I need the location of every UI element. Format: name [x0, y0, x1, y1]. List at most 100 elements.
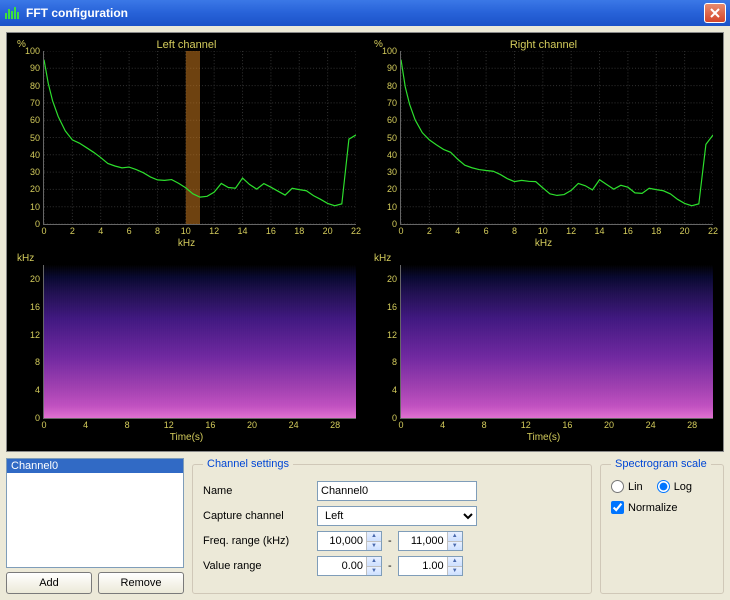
- spin-up-icon[interactable]: ▲: [448, 557, 462, 567]
- y-tick: 50: [387, 133, 397, 143]
- x-tick: 4: [440, 420, 445, 430]
- x-tick: 8: [155, 226, 160, 236]
- x-tick: 18: [294, 226, 304, 236]
- range-dash: -: [388, 560, 392, 572]
- x-tick: 12: [521, 420, 531, 430]
- capture-channel-label: Capture channel: [203, 510, 311, 522]
- y-tick: 60: [387, 115, 397, 125]
- spectrogram-scale-group: Spectrogram scale Lin Log Normalize: [600, 458, 724, 594]
- y-tick: 0: [35, 413, 40, 423]
- charts-panel: % Left channel 0102030405060708090100 02…: [6, 32, 724, 452]
- plot-area[interactable]: 0102030405060708090100 02468101214161820…: [43, 51, 356, 225]
- spin-up-icon[interactable]: ▲: [367, 532, 381, 542]
- name-label: Name: [203, 485, 311, 497]
- x-tick: 18: [651, 226, 661, 236]
- x-tick: 8: [125, 420, 130, 430]
- plot-area[interactable]: 048121620 0481216202428: [400, 265, 713, 419]
- y-tick: 50: [30, 133, 40, 143]
- log-label[interactable]: Log: [674, 481, 692, 493]
- freq-min-input[interactable]: [318, 532, 366, 550]
- value-min-input[interactable]: [318, 557, 366, 575]
- spin-down-icon[interactable]: ▼: [448, 567, 462, 576]
- left-channel-chart: % Left channel 0102030405060708090100 02…: [13, 39, 360, 249]
- chart-title: Right channel: [370, 39, 717, 51]
- spin-up-icon[interactable]: ▲: [367, 557, 381, 567]
- log-radio[interactable]: [657, 480, 670, 493]
- spin-down-icon[interactable]: ▼: [448, 542, 462, 551]
- y-tick: 8: [392, 357, 397, 367]
- x-tick: 10: [181, 226, 191, 236]
- channel-listbox[interactable]: Channel0: [6, 458, 184, 568]
- title-bar: FFT configuration: [0, 0, 730, 26]
- spin-down-icon[interactable]: ▼: [367, 542, 381, 551]
- value-max-input[interactable]: [399, 557, 447, 575]
- y-tick: 90: [387, 63, 397, 73]
- spin-up-icon[interactable]: ▲: [448, 532, 462, 542]
- freq-min-spinner[interactable]: ▲▼: [317, 531, 382, 551]
- close-button[interactable]: [704, 3, 726, 23]
- x-axis-label: Time(s): [13, 432, 360, 443]
- plot-area[interactable]: 0102030405060708090100 02468101214161820…: [400, 51, 713, 225]
- x-tick: 22: [351, 226, 361, 236]
- x-tick: 28: [687, 420, 697, 430]
- x-tick: 24: [289, 420, 299, 430]
- y-tick: 12: [387, 330, 397, 340]
- normalize-checkbox[interactable]: [611, 501, 624, 514]
- x-tick: 12: [164, 420, 174, 430]
- value-min-spinner[interactable]: ▲▼: [317, 556, 382, 576]
- y-tick: 20: [387, 184, 397, 194]
- y-tick: 4: [392, 385, 397, 395]
- app-icon: [4, 5, 20, 21]
- value-range-label: Value range: [203, 560, 311, 572]
- x-tick: 16: [205, 420, 215, 430]
- y-tick: 70: [387, 98, 397, 108]
- remove-button[interactable]: Remove: [98, 572, 184, 594]
- x-tick: 4: [98, 226, 103, 236]
- x-tick: 14: [595, 226, 605, 236]
- channel-settings-legend: Channel settings: [203, 458, 293, 470]
- lin-radio[interactable]: [611, 480, 624, 493]
- freq-max-spinner[interactable]: ▲▼: [398, 531, 463, 551]
- y-tick: 0: [392, 219, 397, 229]
- x-tick: 6: [484, 226, 489, 236]
- x-tick: 22: [708, 226, 718, 236]
- x-tick: 0: [398, 420, 403, 430]
- y-tick: 100: [25, 46, 40, 56]
- x-tick: 16: [623, 226, 633, 236]
- capture-channel-select[interactable]: Left: [317, 506, 477, 526]
- add-button[interactable]: Add: [6, 572, 92, 594]
- y-axis-label: kHz: [17, 253, 34, 264]
- x-tick: 0: [41, 226, 46, 236]
- spin-down-icon[interactable]: ▼: [367, 567, 381, 576]
- x-tick: 4: [455, 226, 460, 236]
- y-tick: 0: [35, 219, 40, 229]
- lin-label[interactable]: Lin: [628, 481, 643, 493]
- x-axis-label: Time(s): [370, 432, 717, 443]
- y-tick: 0: [392, 413, 397, 423]
- y-tick: 90: [30, 63, 40, 73]
- plot-area[interactable]: 048121620 0481216202428: [43, 265, 356, 419]
- y-tick: 30: [387, 167, 397, 177]
- y-tick: 20: [387, 274, 397, 284]
- x-tick: 2: [70, 226, 75, 236]
- x-tick: 20: [604, 420, 614, 430]
- x-tick: 14: [238, 226, 248, 236]
- y-tick: 30: [30, 167, 40, 177]
- right-spectrogram: kHz 048121620 0481216202428 Time(s): [370, 253, 717, 443]
- freq-max-input[interactable]: [399, 532, 447, 550]
- x-tick: 20: [680, 226, 690, 236]
- x-axis-label: kHz: [370, 238, 717, 249]
- normalize-label[interactable]: Normalize: [628, 502, 678, 514]
- x-tick: 6: [127, 226, 132, 236]
- name-input[interactable]: [317, 481, 477, 501]
- y-tick: 80: [30, 81, 40, 91]
- value-max-spinner[interactable]: ▲▼: [398, 556, 463, 576]
- left-spectrogram: kHz 048121620 0481216202428 Time(s): [13, 253, 360, 443]
- range-dash: -: [388, 535, 392, 547]
- chart-title: Left channel: [13, 39, 360, 51]
- x-axis-label: kHz: [13, 238, 360, 249]
- x-tick: 16: [266, 226, 276, 236]
- channel-settings-group: Channel settings Name Capture channel Le…: [192, 458, 592, 594]
- y-tick: 80: [387, 81, 397, 91]
- list-item[interactable]: Channel0: [7, 459, 183, 473]
